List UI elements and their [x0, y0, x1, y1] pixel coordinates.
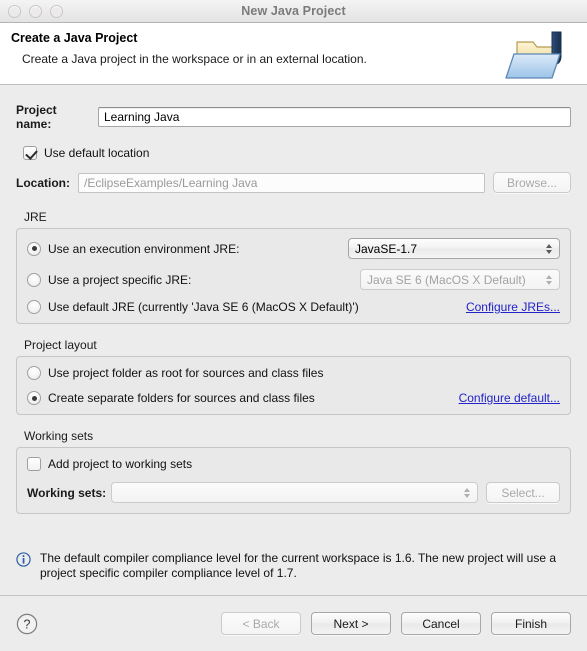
use-default-location-label: Use default location [44, 146, 150, 160]
minimize-button[interactable] [29, 5, 42, 18]
configure-jres-link[interactable]: Configure JREs... [466, 300, 560, 314]
footer-button-group: < Back Next > Cancel Finish [221, 612, 571, 635]
select-working-sets-button[interactable]: Select... [486, 482, 560, 503]
use-default-location-checkbox[interactable] [23, 146, 37, 160]
zoom-button[interactable] [50, 5, 63, 18]
use-default-location-row[interactable]: Use default location [23, 146, 571, 160]
jre-option-execution-environment[interactable]: Use an execution environment JRE: JavaSE… [27, 238, 560, 259]
jre-option-default[interactable]: Use default JRE (currently 'Java SE 6 (M… [27, 300, 560, 314]
finish-button[interactable]: Finish [491, 612, 571, 635]
project-layout-section: Project layout Use project folder as roo… [16, 338, 571, 415]
title-bar: New Java Project [0, 0, 587, 23]
project-specific-jre-combo[interactable]: Java SE 6 (MacOS X Default) [360, 269, 560, 290]
working-sets-label: Working sets: [27, 485, 107, 500]
working-sets-row: Working sets: Select... [27, 482, 560, 503]
info-message-text: The default compiler compliance level fo… [40, 551, 557, 580]
project-layout-groupbox: Use project folder as root for sources a… [16, 356, 571, 415]
info-message: The default compiler compliance level fo… [0, 551, 587, 581]
layout-option-separate-folders[interactable]: Create separate folders for sources and … [27, 391, 560, 405]
working-sets-combo[interactable] [111, 482, 478, 503]
info-icon [16, 552, 31, 567]
working-sets-groupbox: Add project to working sets Working sets… [16, 447, 571, 514]
working-sets-group-label: Working sets [24, 429, 94, 443]
svg-text:?: ? [24, 617, 31, 631]
window-title: New Java Project [241, 4, 346, 18]
layout-project-folder-root-label: Use project folder as root for sources a… [48, 366, 324, 380]
java-project-folder-icon [505, 31, 562, 79]
layout-project-folder-root-radio[interactable] [27, 366, 41, 380]
execution-environment-combo-value: JavaSE-1.7 [355, 241, 418, 256]
jre-section: JRE Use an execution environment JRE: Ja… [16, 210, 571, 324]
jre-project-specific-label: Use a project specific JRE: [48, 272, 192, 287]
jre-groupbox: Use an execution environment JRE: JavaSE… [16, 228, 571, 324]
help-button[interactable]: ? [16, 613, 38, 635]
project-specific-jre-combo-value: Java SE 6 (MacOS X Default) [367, 272, 526, 287]
new-java-project-dialog: New Java Project Create a Java Project C… [0, 0, 587, 651]
page-title: Create a Java Project [11, 31, 138, 45]
chevron-updown-icon [544, 273, 553, 287]
jre-group-label: JRE [24, 210, 47, 224]
window-controls [8, 5, 63, 18]
cancel-button[interactable]: Cancel [401, 612, 481, 635]
close-button[interactable] [8, 5, 21, 18]
project-name-label: Project name: [16, 103, 57, 131]
execution-environment-combo[interactable]: JavaSE-1.7 [348, 238, 560, 259]
page-subtitle: Create a Java project in the workspace o… [22, 52, 367, 66]
layout-separate-folders-label: Create separate folders for sources and … [48, 391, 315, 405]
add-project-to-working-sets-checkbox[interactable] [27, 457, 41, 471]
browse-button[interactable]: Browse... [493, 172, 571, 193]
jre-execution-environment-radio[interactable] [27, 241, 41, 256]
project-name-row: Project name: Learning Java [16, 103, 571, 131]
location-label: Location: [16, 175, 70, 190]
project-layout-group-label: Project layout [24, 338, 97, 352]
project-name-input[interactable]: Learning Java [98, 107, 571, 127]
location-input[interactable]: /EclipseExamples/Learning Java [78, 172, 485, 193]
configure-default-link[interactable]: Configure default... [459, 391, 560, 405]
jre-option-project-specific[interactable]: Use a project specific JRE: Java SE 6 (M… [27, 269, 560, 290]
next-button[interactable]: Next > [311, 612, 391, 635]
layout-option-project-folder-root[interactable]: Use project folder as root for sources a… [27, 366, 560, 380]
dialog-body: Project name: Learning Java Use default … [0, 85, 587, 551]
dialog-footer: ? < Back Next > Cancel Finish [0, 595, 587, 651]
dialog-header: Create a Java Project Create a Java proj… [0, 23, 587, 85]
chevron-updown-icon [462, 486, 471, 500]
jre-default-radio[interactable] [27, 300, 41, 314]
layout-separate-folders-radio[interactable] [27, 391, 41, 405]
back-button[interactable]: < Back [221, 612, 301, 635]
working-sets-section: Working sets Add project to working sets… [16, 429, 571, 514]
jre-project-specific-radio[interactable] [27, 272, 41, 287]
jre-default-label: Use default JRE (currently 'Java SE 6 (M… [48, 300, 359, 314]
add-project-to-working-sets-row[interactable]: Add project to working sets [27, 457, 560, 471]
jre-execution-environment-label: Use an execution environment JRE: [48, 241, 240, 256]
location-row: Location: /EclipseExamples/Learning Java… [16, 172, 571, 193]
chevron-updown-icon [544, 242, 553, 256]
add-project-to-working-sets-label: Add project to working sets [48, 457, 193, 471]
